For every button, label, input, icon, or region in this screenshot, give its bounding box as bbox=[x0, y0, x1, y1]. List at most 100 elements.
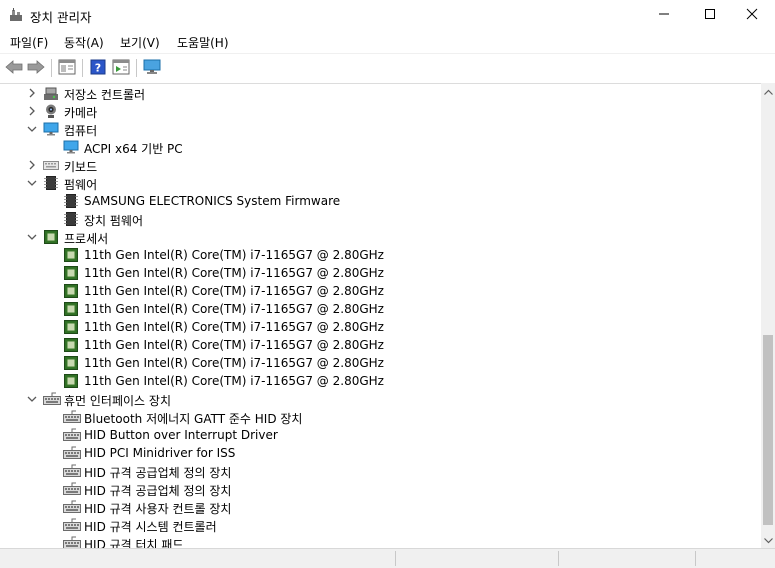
tree-device-item[interactable]: 11th Gen Intel(R) Core(TM) i7-1165G7 @ 2… bbox=[0, 282, 760, 300]
menu-action[interactable]: 동작(A) bbox=[64, 34, 104, 51]
svg-text:?: ? bbox=[95, 61, 101, 74]
tree-item-label: HID Button over Interrupt Driver bbox=[84, 428, 278, 442]
scroll-thumb[interactable] bbox=[763, 335, 773, 525]
back-button[interactable] bbox=[4, 58, 24, 78]
device-tree: 저장소 컨트롤러 카메라컴퓨터 ACPI x64 기반 PC 키보드펌웨어 SAMSUN… bbox=[0, 83, 761, 548]
tree-device-item[interactable]: 11th Gen Intel(R) Core(TM) i7-1165G7 @ 2… bbox=[0, 246, 760, 264]
tree-item-label: 11th Gen Intel(R) Core(TM) i7-1165G7 @ 2… bbox=[84, 356, 384, 370]
tree-device-item[interactable]: 11th Gen Intel(R) Core(TM) i7-1165G7 @ 2… bbox=[0, 354, 760, 372]
help-icon: ? bbox=[90, 59, 106, 78]
tree-category[interactable]: 컴퓨터 bbox=[0, 120, 760, 138]
maximize-button[interactable] bbox=[687, 0, 733, 31]
processor-icon bbox=[63, 301, 79, 317]
tree-device-item[interactable]: 11th Gen Intel(R) Core(TM) i7-1165G7 @ 2… bbox=[0, 300, 760, 318]
tree-category[interactable]: 프로세서 bbox=[0, 228, 760, 246]
tree-item-label: 저장소 컨트롤러 bbox=[64, 88, 146, 102]
tree-device-item[interactable]: HID 규격 공급업체 정의 장치 bbox=[0, 480, 760, 498]
tree-item-label: 11th Gen Intel(R) Core(TM) i7-1165G7 @ 2… bbox=[84, 338, 384, 352]
tree-item-label: 11th Gen Intel(R) Core(TM) i7-1165G7 @ 2… bbox=[84, 320, 384, 334]
processor-icon bbox=[63, 265, 79, 281]
forward-button[interactable] bbox=[26, 58, 46, 78]
chevron-right-icon[interactable] bbox=[26, 87, 38, 99]
status-divider bbox=[695, 551, 696, 566]
close-button[interactable] bbox=[729, 0, 775, 31]
toolbar: ? bbox=[0, 53, 775, 84]
tree-device-item[interactable]: 11th Gen Intel(R) Core(TM) i7-1165G7 @ 2… bbox=[0, 318, 760, 336]
processor-icon bbox=[63, 355, 79, 371]
tree-category[interactable]: 키보드 bbox=[0, 156, 760, 174]
processor-icon bbox=[63, 319, 79, 335]
tree-device-item[interactable]: 장치 펌웨어 bbox=[0, 210, 760, 228]
tree-item-label: 11th Gen Intel(R) Core(TM) i7-1165G7 @ 2… bbox=[84, 248, 384, 262]
menu-bar: 파일(F) 동작(A) 보기(V) 도움말(H) bbox=[0, 31, 775, 53]
device-manager-icon bbox=[8, 7, 24, 23]
hid-device-icon bbox=[63, 517, 81, 533]
tree-item-label: 컴퓨터 bbox=[64, 124, 98, 138]
chevron-right-icon[interactable] bbox=[26, 105, 38, 117]
tree-item-label: 11th Gen Intel(R) Core(TM) i7-1165G7 @ 2… bbox=[84, 302, 384, 316]
vertical-scrollbar[interactable] bbox=[761, 83, 775, 548]
tree-device-item[interactable]: HID 규격 사용자 컨트롤 장치 bbox=[0, 498, 760, 516]
chevron-down-icon[interactable] bbox=[26, 177, 38, 189]
menu-file[interactable]: 파일(F) bbox=[10, 34, 48, 51]
tree-category[interactable]: 펌웨어 bbox=[0, 174, 760, 192]
tree-device-item[interactable]: HID Button over Interrupt Driver bbox=[0, 426, 760, 444]
menu-help[interactable]: 도움말(H) bbox=[177, 34, 229, 51]
tree-category[interactable]: 저장소 컨트롤러 bbox=[0, 84, 760, 102]
scroll-down-button[interactable] bbox=[761, 532, 775, 548]
minimize-icon bbox=[658, 8, 670, 23]
processor-icon bbox=[63, 373, 79, 389]
tree-item-label: HID 규격 공급업체 정의 장치 bbox=[84, 466, 232, 480]
tree-category[interactable]: 카메라 bbox=[0, 102, 760, 120]
chevron-right-icon[interactable] bbox=[26, 159, 38, 171]
tree-device-item[interactable]: 11th Gen Intel(R) Core(TM) i7-1165G7 @ 2… bbox=[0, 264, 760, 282]
tree-category[interactable]: 휴먼 인터페이스 장치 bbox=[0, 390, 760, 408]
hid-device-icon bbox=[63, 535, 81, 548]
chevron-down-icon bbox=[763, 533, 773, 547]
tree-device-item[interactable]: 11th Gen Intel(R) Core(TM) i7-1165G7 @ 2… bbox=[0, 336, 760, 354]
tree-item-label: HID PCI Minidriver for ISS bbox=[84, 446, 236, 460]
chevron-down-icon[interactable] bbox=[26, 231, 38, 243]
processor-icon bbox=[63, 283, 79, 299]
scroll-up-button[interactable] bbox=[761, 83, 775, 99]
help-button[interactable]: ? bbox=[88, 58, 108, 78]
hid-device-icon bbox=[63, 427, 81, 443]
close-icon bbox=[746, 8, 758, 23]
firmware-chip-icon bbox=[63, 211, 79, 227]
tree-device-item[interactable]: HID 규격 시스템 컨트롤러 bbox=[0, 516, 760, 534]
tree-device-item[interactable]: Bluetooth 저에너지 GATT 준수 HID 장치 bbox=[0, 408, 760, 426]
tree-device-item[interactable]: ACPI x64 기반 PC bbox=[0, 138, 760, 156]
chevron-down-icon[interactable] bbox=[26, 123, 38, 135]
scan-hardware-button[interactable] bbox=[142, 58, 162, 78]
firmware-chip-icon bbox=[63, 193, 79, 209]
tree-item-label: 11th Gen Intel(R) Core(TM) i7-1165G7 @ 2… bbox=[84, 374, 384, 388]
monitor-icon bbox=[143, 59, 161, 78]
hid-device-icon bbox=[63, 499, 81, 515]
window-title: 장치 관리자 bbox=[30, 10, 92, 25]
toolbar-separator bbox=[136, 59, 137, 77]
tree-device-item[interactable]: HID 규격 터치 패드 bbox=[0, 534, 760, 548]
tree-item-label: 펌웨어 bbox=[64, 178, 98, 192]
tree-item-label: 장치 펌웨어 bbox=[84, 214, 144, 228]
tree-item-label: 키보드 bbox=[64, 160, 98, 174]
chevron-down-icon[interactable] bbox=[26, 393, 38, 405]
status-divider bbox=[558, 551, 559, 566]
firmware-chip-icon bbox=[43, 175, 59, 191]
tree-item-label: HID 규격 시스템 컨트롤러 bbox=[84, 520, 217, 534]
tree-item-label: HID 규격 사용자 컨트롤 장치 bbox=[84, 502, 232, 516]
tree-device-item[interactable]: HID 규격 공급업체 정의 장치 bbox=[0, 462, 760, 480]
back-arrow-icon bbox=[5, 59, 23, 77]
menu-view[interactable]: 보기(V) bbox=[120, 34, 160, 51]
tree-item-label: SAMSUNG ELECTRONICS System Firmware bbox=[84, 194, 341, 208]
tree-device-item[interactable]: HID PCI Minidriver for ISS bbox=[0, 444, 760, 462]
title-bar: 장치 관리자 bbox=[0, 0, 775, 31]
tree-device-item[interactable]: SAMSUNG ELECTRONICS System Firmware bbox=[0, 192, 760, 210]
properties-button[interactable] bbox=[57, 58, 77, 78]
action-pane-button[interactable] bbox=[111, 58, 131, 78]
tree-device-item[interactable]: 11th Gen Intel(R) Core(TM) i7-1165G7 @ 2… bbox=[0, 372, 760, 390]
processor-icon bbox=[63, 247, 79, 263]
minimize-button[interactable] bbox=[641, 0, 687, 31]
camera-icon bbox=[43, 103, 59, 119]
chevron-up-icon bbox=[763, 84, 773, 98]
computer-icon bbox=[43, 121, 59, 137]
